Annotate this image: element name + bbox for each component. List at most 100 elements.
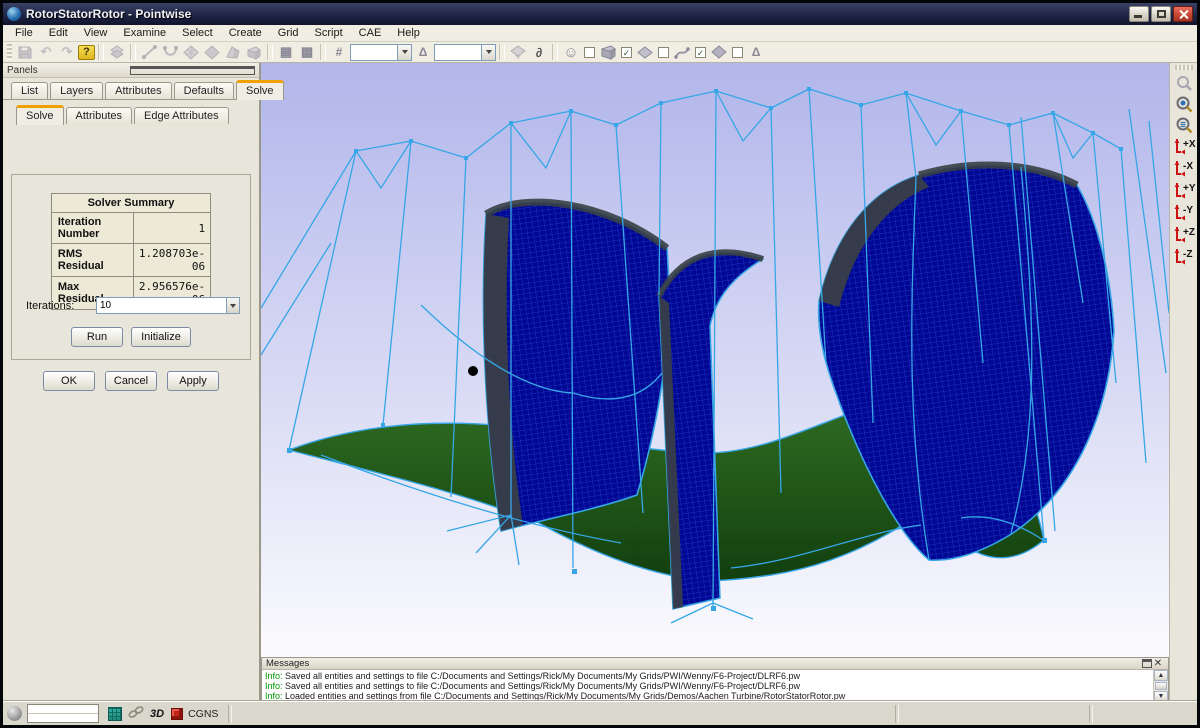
viewport-3d-scene[interactable] — [261, 63, 1169, 657]
menu-examine[interactable]: Examine — [115, 26, 174, 40]
titlebar: RotorStatorRotor - Pointwise — [3, 3, 1197, 25]
menu-grid[interactable]: Grid — [270, 26, 307, 40]
status-progress-fields — [27, 704, 99, 723]
dimension-combo-arrow-icon[interactable] — [397, 45, 411, 60]
view-plus-x-button[interactable]: +X — [1172, 136, 1196, 158]
redo-icon[interactable]: ↷ — [57, 43, 77, 61]
messages-list: Info: Saved all entities and settings to… — [262, 670, 1153, 702]
block-mask-icon[interactable] — [598, 43, 618, 61]
zoom-fit-icon[interactable] — [1173, 94, 1195, 115]
angle-combo[interactable] — [434, 44, 496, 61]
tab-defaults[interactable]: Defaults — [174, 82, 234, 99]
create-curve-icon[interactable] — [160, 43, 180, 61]
menu-script[interactable]: Script — [307, 26, 351, 40]
point-mask-icon[interactable]: Δ — [746, 43, 766, 61]
menu-create[interactable]: Create — [221, 26, 270, 40]
initialize-button[interactable]: Initialize — [131, 327, 191, 347]
database-mask-icon[interactable]: ☺ — [561, 43, 581, 61]
database-mask-checkbox[interactable] — [584, 47, 595, 58]
scrollbar-thumb[interactable] — [1155, 682, 1167, 690]
spacing-mask-checkbox[interactable] — [732, 47, 743, 58]
menu-help[interactable]: Help — [389, 26, 428, 40]
selected-point[interactable] — [468, 366, 478, 376]
view-plus-y-button[interactable]: +Y — [1172, 180, 1196, 202]
dimension-combo-value — [351, 45, 397, 60]
menu-file[interactable]: File — [7, 26, 41, 40]
messages-scrollbar[interactable]: ▲ ▼ — [1153, 670, 1168, 702]
svg-text:-Y: -Y — [1183, 205, 1193, 216]
view-toolbar-handle[interactable] — [1175, 65, 1193, 70]
tab-list[interactable]: List — [11, 82, 48, 99]
menu-select[interactable]: Select — [174, 26, 221, 40]
window-title: RotorStatorRotor - Pointwise — [26, 7, 1129, 21]
close-button[interactable] — [1173, 6, 1193, 22]
iterations-label: Iterations: — [26, 300, 96, 312]
spacing-mask-icon[interactable] — [709, 43, 729, 61]
domain-mask-icon[interactable] — [635, 43, 655, 61]
menu-cae[interactable]: CAE — [351, 26, 390, 40]
list-item: Info: Saved all entities and settings to… — [265, 671, 1150, 681]
connector-mask-icon[interactable] — [672, 43, 692, 61]
restore-button[interactable] — [1151, 6, 1171, 22]
tab-layers[interactable]: Layers — [50, 82, 103, 99]
view-plus-z-button[interactable]: +Z — [1172, 224, 1196, 246]
layers-icon[interactable] — [107, 43, 127, 61]
cae-solver-label: CGNS — [188, 708, 218, 720]
list-item: Info: Saved all entities and settings to… — [265, 681, 1150, 691]
subtab-attributes[interactable]: Attributes — [66, 107, 132, 124]
messages-float-icon[interactable] — [1142, 659, 1152, 668]
main-toolbar: ↶ ↷ ? ▦ ▩ # Δ — [3, 42, 1197, 63]
tab-solve[interactable]: Solve — [236, 80, 284, 100]
view-minus-y-button[interactable]: -Y — [1172, 202, 1196, 224]
menu-edit[interactable]: Edit — [41, 26, 76, 40]
create-connector-icon[interactable] — [139, 43, 159, 61]
svg-text:+Z: +Z — [1183, 227, 1195, 238]
rms-residual-label: RMS Residual — [51, 244, 133, 277]
create-block-icon[interactable] — [244, 43, 264, 61]
minimize-button[interactable] — [1129, 6, 1149, 22]
scroll-up-icon[interactable]: ▲ — [1154, 670, 1168, 681]
panels-title: Panels — [7, 65, 130, 76]
dimension-combo[interactable] — [350, 44, 412, 61]
run-button[interactable]: Run — [71, 327, 123, 347]
domain-mask-checkbox[interactable] — [658, 47, 669, 58]
table-row: Iteration Number 1 — [51, 213, 210, 244]
menu-view[interactable]: View — [76, 26, 116, 40]
solve-groupbox: Solver Summary Iteration Number 1 RMS Re… — [11, 174, 251, 360]
ok-button[interactable]: OK — [43, 371, 95, 391]
app-window: RotorStatorRotor - Pointwise File Edit V… — [3, 3, 1197, 725]
messages-close-icon[interactable]: ✕ — [1152, 659, 1164, 669]
toolbar-handle[interactable] — [7, 44, 12, 60]
grid-unstructured-icon[interactable]: ▩ — [297, 43, 317, 61]
connector-mask-checkbox[interactable]: ✓ — [695, 47, 706, 58]
grid-structured-icon[interactable]: ▦ — [276, 43, 296, 61]
partial-derivative-icon[interactable]: ∂ — [529, 43, 549, 61]
tab-attributes[interactable]: Attributes — [105, 82, 171, 99]
subtab-solve[interactable]: Solve — [16, 105, 64, 125]
panel-float-icon[interactable] — [130, 66, 255, 75]
angle-combo-arrow-icon[interactable] — [481, 45, 495, 60]
panels-sidebar: Panels List Layers Attributes Defaults S… — [3, 63, 259, 701]
solver-summary-table: Solver Summary Iteration Number 1 RMS Re… — [51, 193, 211, 310]
iterations-spinner[interactable]: 10 — [96, 297, 240, 314]
view-minus-z-button[interactable]: -Z — [1172, 246, 1196, 268]
iterations-spinner-arrow-icon[interactable] — [226, 298, 239, 313]
create-domain-unstructured-icon[interactable] — [202, 43, 222, 61]
apply-button[interactable]: Apply — [167, 371, 219, 391]
zoom-previous-icon[interactable] — [1173, 73, 1195, 94]
angle-combo-value — [435, 45, 481, 60]
zoom-extents-icon[interactable] — [1173, 115, 1195, 136]
save-icon[interactable] — [15, 43, 35, 61]
block-mask-checkbox[interactable]: ✓ — [621, 47, 632, 58]
create-domain-structured-icon[interactable] — [181, 43, 201, 61]
status-sphere-icon — [7, 706, 22, 721]
cancel-button[interactable]: Cancel — [105, 371, 157, 391]
undo-icon[interactable]: ↶ — [36, 43, 56, 61]
create-extrude-icon[interactable] — [223, 43, 243, 61]
viewport-3d[interactable] — [261, 63, 1169, 657]
messages-header: Messages ✕ — [262, 658, 1168, 670]
help-icon[interactable]: ? — [78, 45, 95, 60]
subtab-edge-attributes[interactable]: Edge Attributes — [134, 107, 229, 124]
view-minus-x-button[interactable]: -X — [1172, 158, 1196, 180]
project-icon[interactable] — [508, 43, 528, 61]
